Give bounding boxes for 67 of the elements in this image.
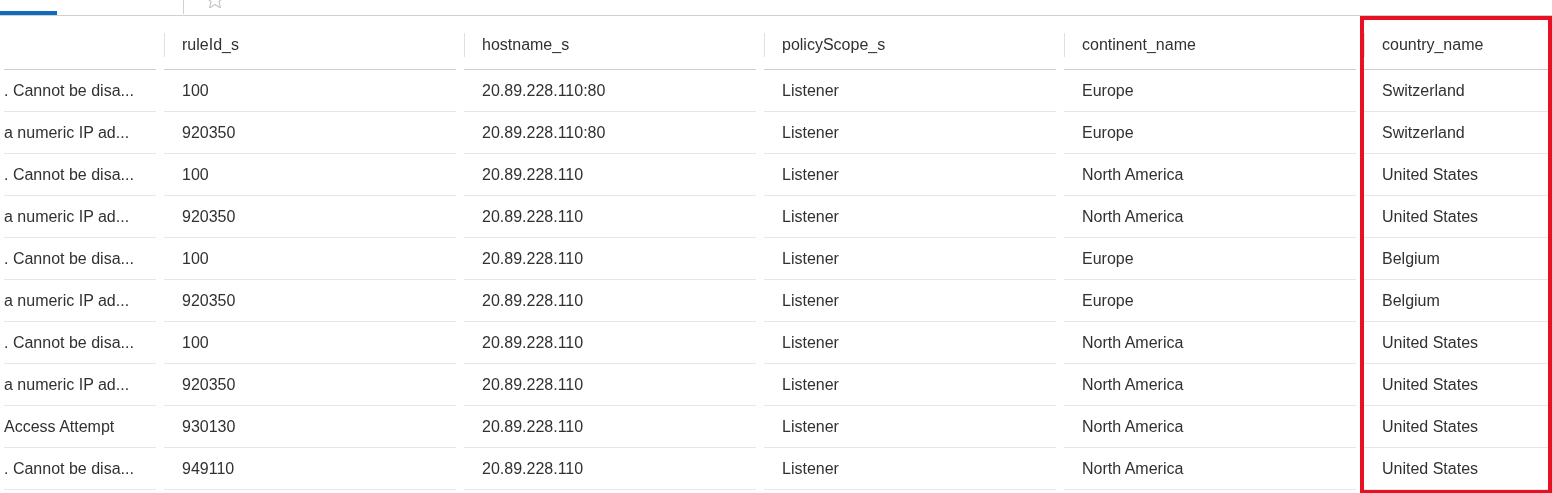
table-cell-text: 20.89.228.110 (481, 290, 584, 311)
table-cell-text: Listener (781, 416, 839, 437)
table-cell-text: . Cannot be disa... (4, 164, 134, 185)
table-cell-text: 100 (181, 80, 209, 101)
table-cell-text: 20.89.228.110:80 (481, 80, 606, 101)
column-header[interactable]: policyScope_s (782, 32, 886, 57)
table-cell-text: United States (1381, 206, 1479, 227)
table-cell-text: Listener (781, 248, 839, 269)
table-cell-text: North America (1081, 374, 1184, 395)
tab-underline (0, 11, 57, 15)
column-header[interactable]: continent_name (1082, 32, 1196, 57)
column-header[interactable]: ruleId_s (182, 32, 239, 57)
table-cell-text: 920350 (181, 290, 236, 311)
column-header[interactable]: country_name (1382, 32, 1484, 57)
table-cell-text: 920350 (181, 374, 236, 395)
column-header[interactable]: hostname_s (482, 32, 570, 57)
table-cell-text: 920350 (181, 122, 236, 143)
table-cell-text: United States (1381, 458, 1479, 479)
table-cell-text: North America (1081, 332, 1184, 353)
table-cell-text: Listener (781, 164, 839, 185)
table-cell-text: Belgium (1381, 290, 1440, 311)
table-cell-text: United States (1381, 416, 1479, 437)
table-cell-text: United States (1381, 374, 1479, 395)
table-cell-text: Listener (781, 458, 839, 479)
table-cell-text: 920350 (181, 206, 236, 227)
table-cell-text: North America (1081, 164, 1184, 185)
table-cell-text: 20.89.228.110 (481, 164, 584, 185)
table-cell-text: 20.89.228.110 (481, 374, 584, 395)
table-cell-text: Access Attempt (4, 416, 115, 437)
table-cell-text: . Cannot be disa... (4, 332, 134, 353)
table-cell-text: Belgium (1381, 248, 1440, 269)
table-cell-text: 20.89.228.110 (481, 332, 584, 353)
table-cell-text: United States (1381, 332, 1479, 353)
table-cell-text: . Cannot be disa... (4, 458, 134, 479)
table-cell-text: Listener (781, 206, 839, 227)
table-cell-text: North America (1081, 458, 1184, 479)
table-cell-text: 20.89.228.110:80 (481, 122, 606, 143)
table-cell-text: Listener (781, 332, 839, 353)
table-cell-text: Listener (781, 290, 839, 311)
table-cell-text: Switzerland (1381, 122, 1465, 143)
table-cell-text: Switzerland (1381, 80, 1465, 101)
table-cell-text: 20.89.228.110 (481, 248, 584, 269)
table-cell-text: 100 (181, 332, 209, 353)
table-cell-text: 100 (181, 164, 209, 185)
table-cell-text: United States (1381, 164, 1479, 185)
table-cell-text: 20.89.228.110 (481, 458, 584, 479)
table-cell-text: 949110 (181, 458, 235, 479)
table-cell-text: Europe (1081, 122, 1134, 143)
table-cell-text: a numeric IP ad... (4, 206, 130, 227)
table-cell-text: Europe (1081, 290, 1134, 311)
table-cell-text: Listener (781, 374, 839, 395)
table-cell-text: a numeric IP ad... (4, 122, 130, 143)
table-cell-text: North America (1081, 416, 1184, 437)
table-cell-text: . Cannot be disa... (4, 80, 134, 101)
table-cell-text: 20.89.228.110 (481, 416, 584, 437)
table-cell-text: 20.89.228.110 (481, 206, 584, 227)
table-cell-text: a numeric IP ad... (4, 374, 130, 395)
table-cell-text: a numeric IP ad... (4, 290, 130, 311)
table-cell-text: North America (1081, 206, 1184, 227)
table-cell-text: 100 (181, 248, 209, 269)
star-icon[interactable] (206, 0, 224, 8)
table-cell-text: . Cannot be disa... (4, 248, 134, 269)
table-cell-text: Europe (1081, 80, 1134, 101)
table-cell-text: Listener (781, 80, 839, 101)
table-cell-text: Listener (781, 122, 839, 143)
table-cell-text: Europe (1081, 248, 1134, 269)
table-cell-text: 930130 (181, 416, 236, 437)
